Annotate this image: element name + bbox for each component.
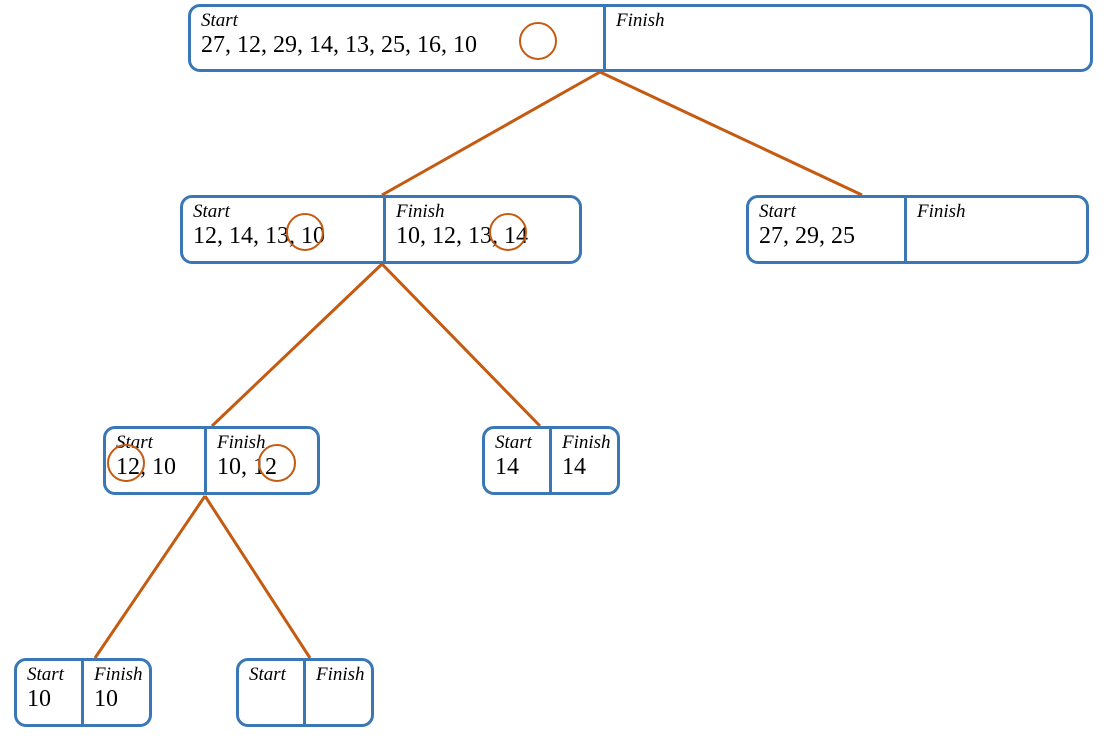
node-ll2-finish-values: 10, 12 — [217, 454, 307, 480]
node-right1-start-values: 27, 29, 25 — [759, 223, 894, 249]
node-root-start-values: 27, 12, 29, 14, 13, 25, 16, 10 — [201, 32, 593, 58]
finish-label: Finish — [917, 202, 1076, 221]
node-lr2-start-values: 14 — [495, 454, 539, 480]
node-lr2-start: Start 14 — [485, 429, 549, 492]
node-root-finish: Finish — [606, 7, 1090, 69]
node-root-start: Start 27, 12, 29, 14, 13, 25, 16, 10 — [191, 7, 603, 69]
start-label: Start — [495, 433, 539, 452]
node-llr3-start: Start — [239, 661, 303, 724]
node-right1: Start 27, 29, 25 Finish — [746, 195, 1089, 264]
node-left1: Start 12, 14, 13, 10 Finish 10, 12, 13, … — [180, 195, 582, 264]
node-lll3-start: Start 10 — [17, 661, 81, 724]
finish-label: Finish — [217, 433, 307, 452]
tree-edges — [0, 0, 1113, 745]
node-ll2: Start 12, 10 Finish 10, 12 — [103, 426, 320, 495]
node-llr3: Start Finish — [236, 658, 374, 727]
node-right1-start: Start 27, 29, 25 — [749, 198, 904, 261]
node-lr2: Start 14 Finish 14 — [482, 426, 620, 495]
node-left1-finish-values: 10, 12, 13, 14 — [396, 223, 569, 249]
node-llr3-finish: Finish — [306, 661, 375, 724]
node-left1-finish: Finish 10, 12, 13, 14 — [386, 198, 579, 261]
finish-label: Finish — [562, 433, 611, 452]
node-lll3-finish-values: 10 — [94, 686, 143, 712]
finish-label: Finish — [396, 202, 569, 221]
node-ll2-start-values: 12, 10 — [116, 454, 194, 480]
node-root: Start 27, 12, 29, 14, 13, 25, 16, 10 Fin… — [188, 4, 1093, 72]
node-lll3-finish: Finish 10 — [84, 661, 153, 724]
start-label: Start — [249, 665, 293, 684]
quicksort-tree-diagram: { "labels": { "start": "Start", "finish"… — [0, 0, 1113, 745]
node-lr2-finish-values: 14 — [562, 454, 611, 480]
node-left1-start-values: 12, 14, 13, 10 — [193, 223, 373, 249]
node-ll2-start: Start 12, 10 — [106, 429, 204, 492]
node-right1-finish: Finish — [907, 198, 1086, 261]
start-label: Start — [201, 11, 593, 30]
finish-label: Finish — [94, 665, 143, 684]
start-label: Start — [27, 665, 71, 684]
start-label: Start — [116, 433, 194, 452]
node-lll3-start-values: 10 — [27, 686, 71, 712]
node-ll2-finish: Finish 10, 12 — [207, 429, 317, 492]
start-label: Start — [759, 202, 894, 221]
node-lr2-finish: Finish 14 — [552, 429, 621, 492]
node-left1-start: Start 12, 14, 13, 10 — [183, 198, 383, 261]
start-label: Start — [193, 202, 373, 221]
finish-label: Finish — [616, 11, 1080, 30]
node-lll3: Start 10 Finish 10 — [14, 658, 152, 727]
finish-label: Finish — [316, 665, 365, 684]
